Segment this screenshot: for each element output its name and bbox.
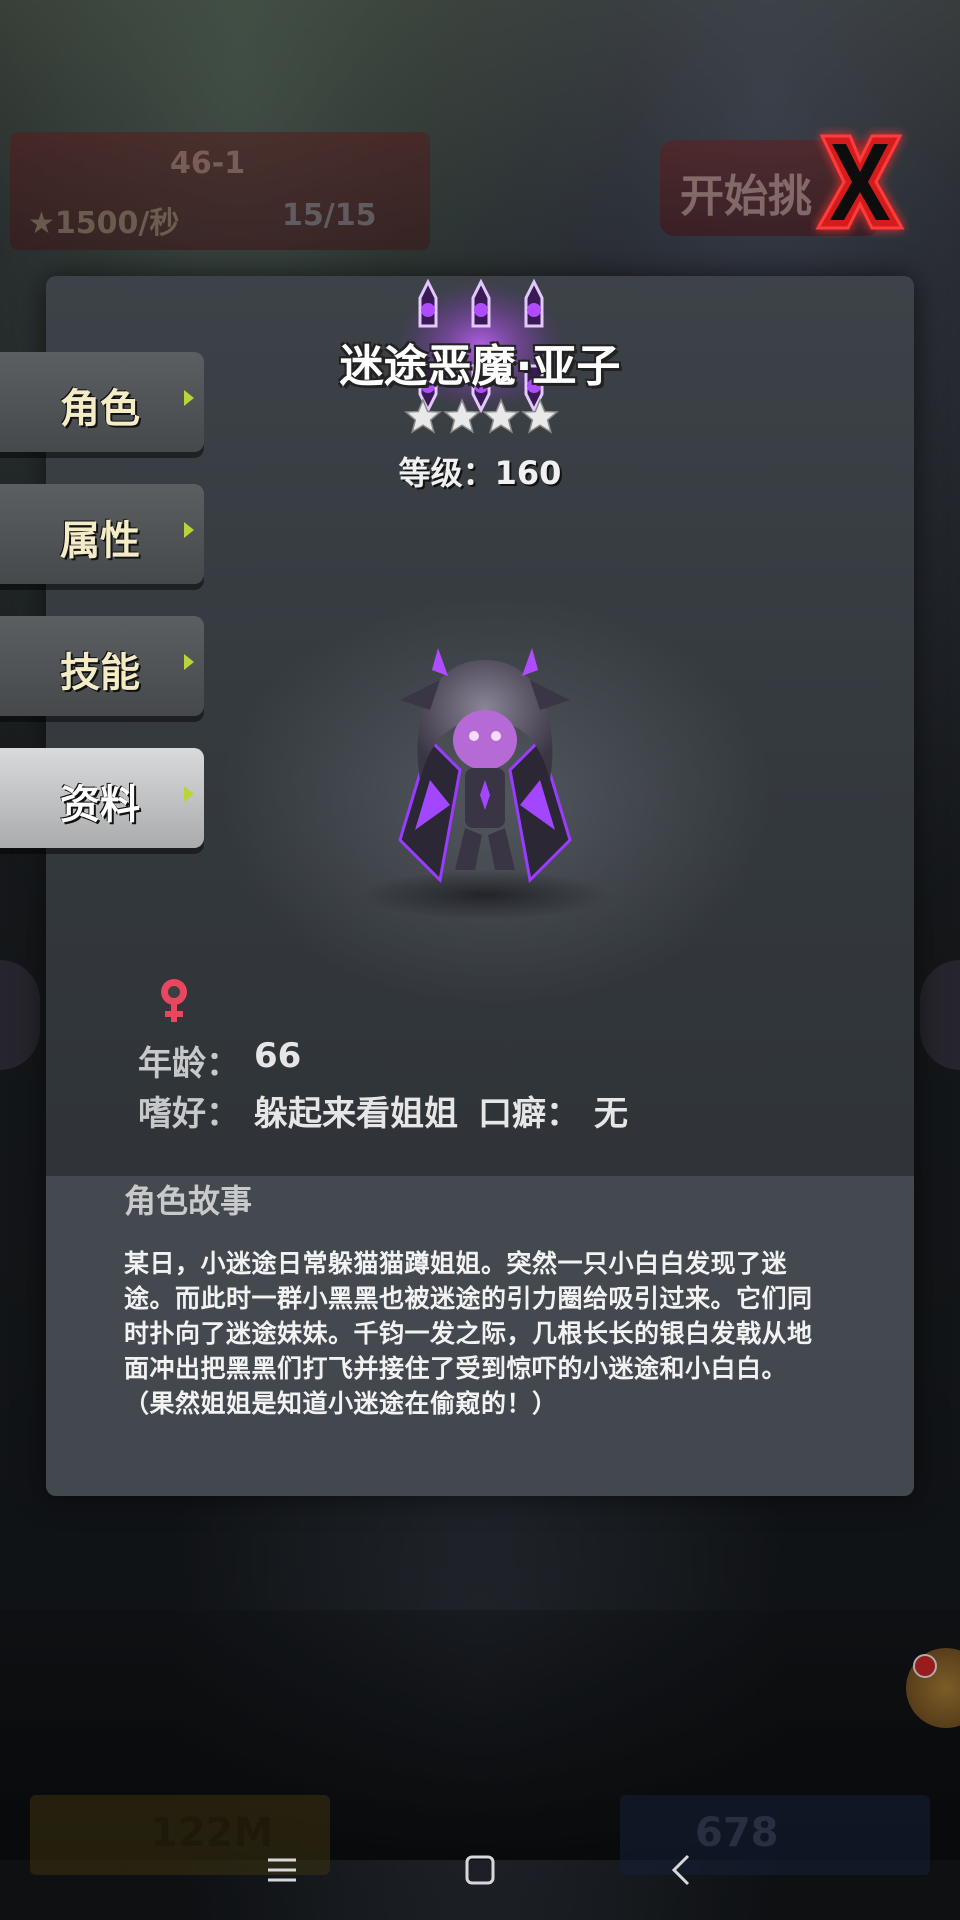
- hobby-value: 躲起来看姐姐: [254, 1094, 458, 1134]
- back-icon[interactable]: [652, 1840, 712, 1900]
- female-icon: [161, 979, 187, 1022]
- chevron-right-icon: [184, 522, 194, 538]
- tab-skills[interactable]: 技能: [0, 616, 204, 716]
- story-title: 角色故事: [124, 1182, 253, 1220]
- menu-icon[interactable]: [252, 1840, 312, 1900]
- star-icon: [404, 398, 442, 434]
- story-text: 某日，小迷途日常躲猫猫蹲姐姐。突然一只小白白发现了迷途。而此时一群小黑黑也被迷途…: [124, 1249, 813, 1418]
- hobby-label: 嗜好：: [138, 1094, 240, 1134]
- tab-character-label: 角色: [60, 386, 140, 432]
- close-button[interactable]: [810, 126, 910, 238]
- catchphrase-label: 口癖：: [478, 1094, 580, 1134]
- close-icon: [815, 134, 905, 230]
- tab-attributes-label: 属性: [60, 518, 140, 564]
- star-icon: [521, 398, 559, 434]
- age-label: 年龄：: [138, 1044, 240, 1084]
- tab-character[interactable]: 角色: [0, 352, 204, 452]
- star-icon: [482, 398, 520, 434]
- tab-attributes[interactable]: 属性: [0, 484, 204, 584]
- tab-profile[interactable]: 资料: [0, 748, 204, 848]
- tab-skills-label: 技能: [60, 650, 140, 696]
- level-value: 160: [494, 454, 562, 492]
- tab-profile-label: 资料: [60, 782, 140, 828]
- home-icon[interactable]: [450, 1840, 510, 1900]
- star-icon: [443, 398, 481, 434]
- system-nav-bar: [0, 1820, 960, 1920]
- star-rating: [404, 398, 559, 434]
- level-label: 等级：: [398, 454, 495, 492]
- chevron-right-icon: [184, 786, 194, 802]
- character-name: 迷途恶魔·亚子: [339, 341, 621, 392]
- chevron-right-icon: [184, 390, 194, 406]
- age-value: 66: [254, 1036, 302, 1076]
- catchphrase-value: 无: [594, 1094, 628, 1134]
- chevron-right-icon: [184, 654, 194, 670]
- level-row: 等级：160: [280, 448, 680, 494]
- character-sprite: [398, 648, 572, 884]
